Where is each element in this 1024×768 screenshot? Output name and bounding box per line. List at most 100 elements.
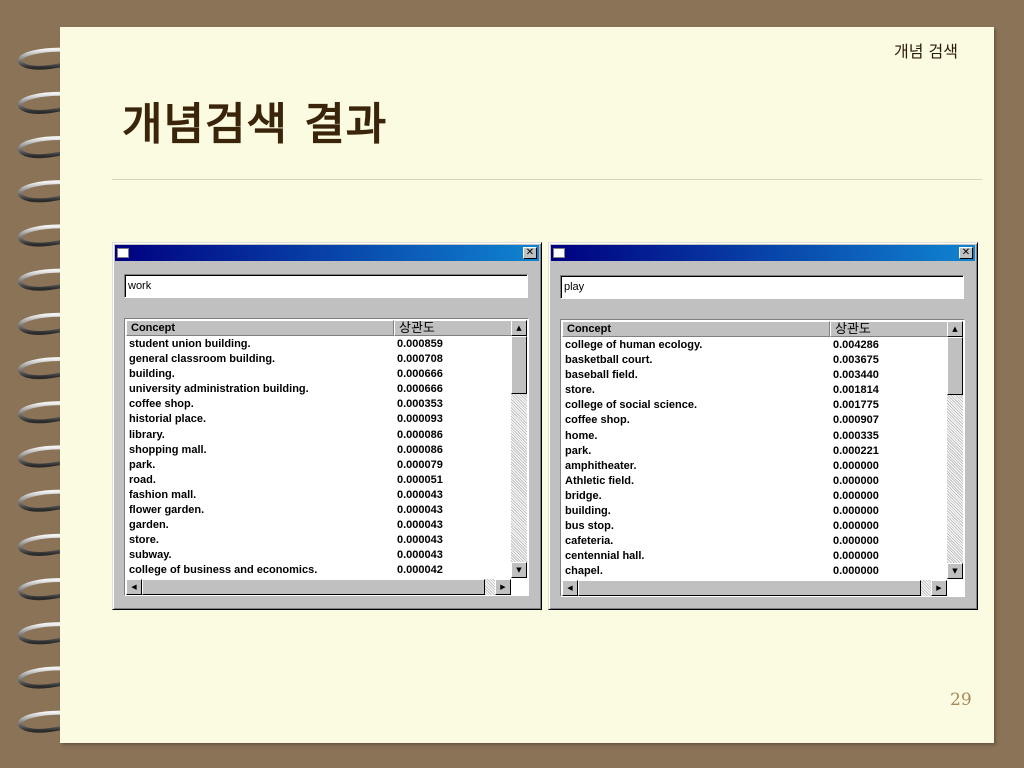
result-list[interactable]: Concept 상관도 college of human ecology. 0.0… bbox=[560, 319, 965, 597]
column-header-score[interactable]: 상관도 bbox=[830, 321, 948, 337]
score-cell: 0.000000 bbox=[833, 505, 879, 518]
concept-cell: coffee shop. bbox=[129, 398, 194, 411]
arrow-left-icon[interactable]: ◀ bbox=[562, 580, 578, 596]
column-header-score[interactable]: 상관도 bbox=[394, 320, 512, 336]
window-titlebar[interactable]: ✕ bbox=[115, 245, 539, 261]
concept-cell: park. bbox=[565, 444, 592, 457]
title-divider bbox=[112, 179, 982, 180]
arrow-down-icon[interactable]: ▼ bbox=[511, 562, 527, 578]
score-cell: 0.003675 bbox=[833, 354, 879, 367]
query-input[interactable] bbox=[124, 274, 528, 298]
concept-cell: road. bbox=[129, 473, 156, 486]
score-cell: 0.000043 bbox=[397, 488, 443, 501]
score-cell: 0.000042 bbox=[397, 564, 443, 577]
concept-cell: coffee shop. bbox=[565, 414, 630, 427]
column-header-concept[interactable]: Concept bbox=[126, 320, 394, 336]
concept-cell: subway. bbox=[129, 549, 172, 562]
score-cell: 0.000093 bbox=[397, 413, 443, 426]
close-icon[interactable]: ✕ bbox=[523, 247, 537, 259]
concept-cell: university administration building. bbox=[129, 383, 309, 396]
concept-cell: basketball court. bbox=[565, 354, 653, 367]
concept-cell: general classroom building. bbox=[129, 353, 276, 366]
concept-cell: home. bbox=[565, 429, 598, 442]
concept-cell: store. bbox=[565, 384, 595, 397]
close-icon[interactable]: ✕ bbox=[959, 247, 973, 259]
concept-cell: flower garden. bbox=[129, 504, 205, 517]
concept-cell: building. bbox=[565, 505, 611, 518]
arrow-up-icon[interactable]: ▲ bbox=[947, 321, 963, 337]
score-cell: 0.000079 bbox=[397, 458, 443, 471]
concept-cell: Athletic field. bbox=[565, 474, 635, 487]
window-system-icon[interactable] bbox=[553, 248, 565, 258]
score-cell: 0.000000 bbox=[833, 565, 879, 578]
concept-cell: amphitheater. bbox=[565, 459, 637, 472]
score-cell: 0.000000 bbox=[833, 520, 879, 533]
score-cell: 0.000000 bbox=[833, 535, 879, 548]
horizontal-scrollbar[interactable]: ◀ ▶ bbox=[126, 579, 511, 595]
slide-title: 개념검색 결과 bbox=[122, 99, 388, 150]
slide-header: 개념 검색 bbox=[894, 42, 958, 61]
concept-cell: college of social science. bbox=[565, 399, 698, 412]
concept-cell: bridge. bbox=[565, 489, 602, 502]
concept-cell: historial place. bbox=[129, 413, 207, 426]
score-cell: 0.004286 bbox=[833, 339, 879, 351]
score-cell: 0.000043 bbox=[397, 534, 443, 547]
score-cell: 0.000353 bbox=[397, 398, 443, 411]
concept-cell: chapel. bbox=[565, 565, 603, 578]
score-cell: 0.000000 bbox=[833, 474, 879, 487]
scroll-thumb[interactable] bbox=[511, 336, 527, 394]
concept-cell: shopping mall. bbox=[129, 443, 207, 456]
arrow-right-icon[interactable]: ▶ bbox=[495, 579, 511, 595]
vertical-scrollbar[interactable]: ▲ ▼ bbox=[947, 321, 963, 579]
score-cell: 0.000043 bbox=[397, 504, 443, 517]
arrow-left-icon[interactable]: ◀ bbox=[126, 579, 142, 595]
concept-search-window-work[interactable]: ✕ Concept 상관도 student union building. 0.0… bbox=[112, 242, 542, 610]
score-cell: 0.000666 bbox=[397, 383, 443, 396]
window-titlebar[interactable]: ✕ bbox=[551, 245, 975, 261]
vertical-scrollbar[interactable]: ▲ ▼ bbox=[511, 320, 527, 578]
arrow-down-icon[interactable]: ▼ bbox=[947, 563, 963, 579]
score-cell: 0.000335 bbox=[833, 429, 879, 442]
scroll-thumb[interactable] bbox=[947, 337, 963, 395]
arrow-up-icon[interactable]: ▲ bbox=[511, 320, 527, 336]
concept-cell: college of business and economics. bbox=[129, 564, 318, 577]
concept-cell: bus stop. bbox=[565, 520, 614, 533]
concept-cell: store. bbox=[129, 534, 159, 547]
column-header-concept[interactable]: Concept bbox=[562, 321, 830, 337]
result-list[interactable]: Concept 상관도 student union building. 0.000… bbox=[124, 318, 529, 596]
score-cell: 0.000221 bbox=[833, 444, 879, 457]
score-cell: 0.000086 bbox=[397, 443, 443, 456]
score-cell: 0.000043 bbox=[397, 549, 443, 562]
score-cell: 0.000051 bbox=[397, 473, 443, 486]
window-system-icon[interactable] bbox=[117, 248, 129, 258]
concept-cell: centennial hall. bbox=[565, 550, 645, 563]
score-cell: 0.000907 bbox=[833, 414, 879, 427]
score-cell: 0.000859 bbox=[397, 338, 443, 350]
score-cell: 0.000000 bbox=[833, 489, 879, 502]
score-cell: 0.000708 bbox=[397, 353, 443, 366]
concept-search-window-play[interactable]: ✕ Concept 상관도 college of human ecology. 0… bbox=[548, 242, 978, 610]
horizontal-scroll-thumb[interactable] bbox=[578, 580, 921, 596]
concept-cell: library. bbox=[129, 428, 165, 441]
score-cell: 0.000000 bbox=[833, 459, 879, 472]
concept-cell: student union building. bbox=[129, 338, 251, 350]
arrow-right-icon[interactable]: ▶ bbox=[931, 580, 947, 596]
concept-cell: park. bbox=[129, 458, 156, 471]
score-cell: 0.000043 bbox=[397, 519, 443, 532]
concept-cell: college of human ecology. bbox=[565, 339, 703, 351]
concept-cell: baseball field. bbox=[565, 369, 638, 382]
score-cell: 0.000000 bbox=[833, 550, 879, 563]
score-cell: 0.000666 bbox=[397, 368, 443, 381]
page-number: 29 bbox=[950, 690, 972, 710]
concept-cell: garden. bbox=[129, 519, 169, 532]
score-cell: 0.001775 bbox=[833, 399, 879, 412]
score-cell: 0.001814 bbox=[833, 384, 879, 397]
concept-cell: building. bbox=[129, 368, 175, 381]
concept-cell: cafeteria. bbox=[565, 535, 614, 548]
score-cell: 0.000086 bbox=[397, 428, 443, 441]
horizontal-scroll-thumb[interactable] bbox=[142, 579, 485, 595]
score-cell: 0.003440 bbox=[833, 369, 879, 382]
horizontal-scrollbar[interactable]: ◀ ▶ bbox=[562, 580, 947, 596]
concept-cell: fashion mall. bbox=[129, 488, 197, 501]
query-input[interactable] bbox=[560, 275, 964, 299]
